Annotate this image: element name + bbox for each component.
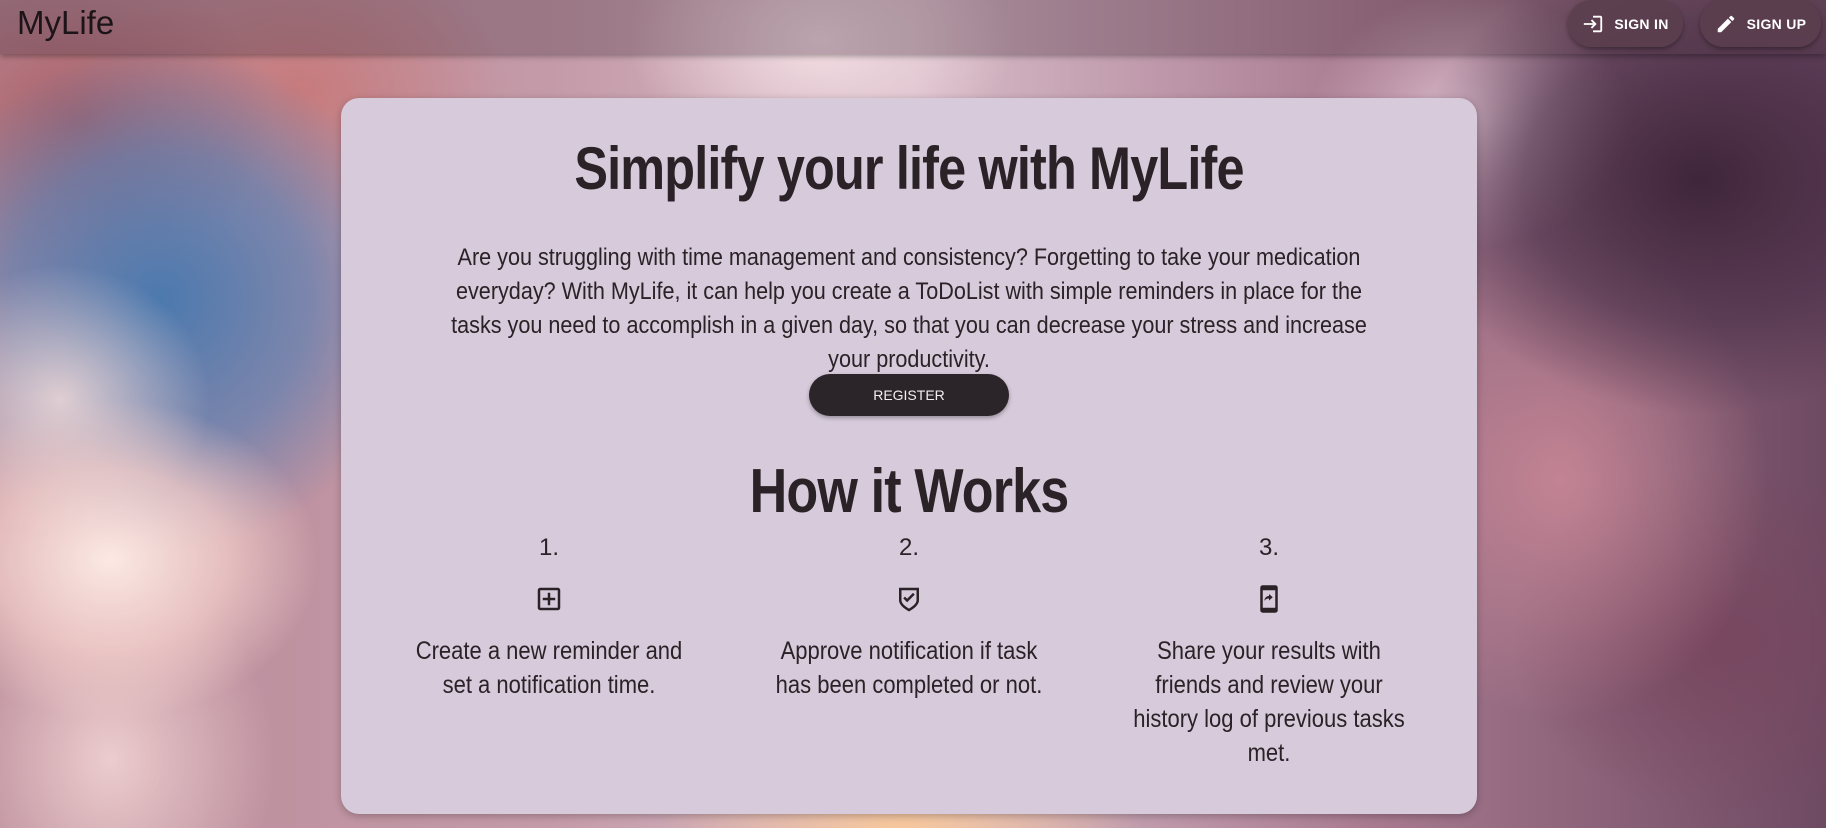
step-number: 3. [1258,534,1279,561]
step-description: Share your results with friends and revi… [1133,637,1405,767]
login-icon [1584,15,1603,32]
step-description: Approve notification if task has been co… [775,637,1043,699]
top-app-bar: MyLife SIGN IN SIGN UP [0,0,1826,54]
pencil-icon [1717,15,1734,32]
sign-in-button[interactable]: SIGN IN [1568,0,1683,47]
verified-shield-icon [894,582,924,616]
step-number: 1. [538,534,559,561]
how-it-works-title: How it Works [749,457,1070,526]
step-item: 2. Approve notification if task has been… [749,530,1069,770]
step-description: Create a new reminder and set a notifica… [415,637,683,699]
sign-up-button[interactable]: SIGN UP [1700,0,1821,47]
sign-up-label: SIGN UP [1746,15,1807,32]
hero-card: Simplify your life with MyLife Are you s… [341,98,1477,814]
step-item: 1. Create a new reminder and set a notif… [389,530,709,770]
hero-title: Simplify your life with MyLife [574,135,1244,202]
sign-in-label: SIGN IN [1614,15,1669,32]
share-phone-icon [1254,582,1284,616]
add-box-icon [534,582,564,616]
step-item: 3. Share your results with friends and r… [1109,530,1429,770]
brand-logo[interactable]: MyLife [17,4,114,42]
hero-intro: Are you struggling with time management … [451,244,1367,373]
steps-list: 1. Create a new reminder and set a notif… [389,530,1429,770]
page: MyLife SIGN IN SIGN UP Simplify your lif… [0,0,1826,828]
step-number: 2. [898,534,919,561]
register-button[interactable]: REGISTER [809,374,1009,416]
